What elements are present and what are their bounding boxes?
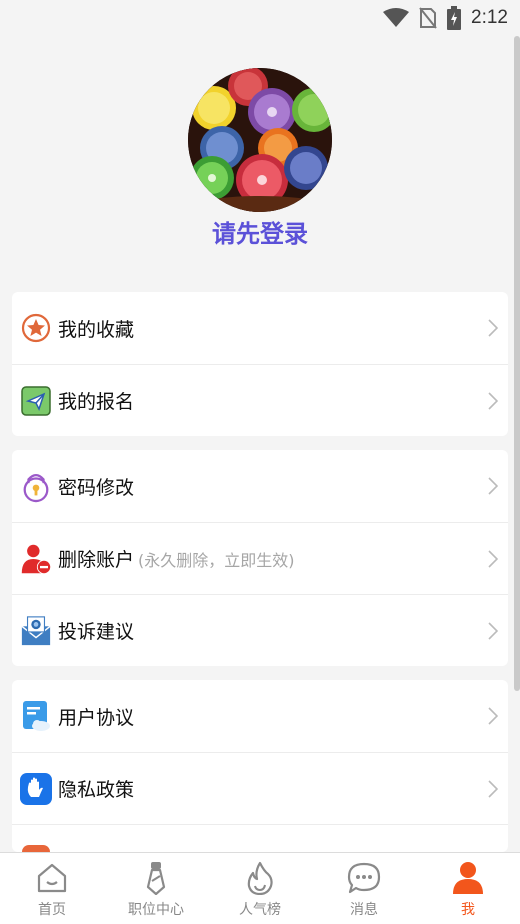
chevron-right-icon	[488, 707, 499, 729]
tab-label: 首页	[38, 902, 66, 918]
profile-header: 请先登录	[0, 68, 520, 249]
menu-label: 投诉建议	[58, 621, 135, 643]
menu-hint: (永久删除，立即生效)	[138, 550, 295, 570]
tab-label: 人气榜	[239, 902, 281, 918]
menu-label: 隐私政策	[58, 779, 135, 801]
hand-shield-icon	[20, 772, 52, 805]
tab-label: 职位中心	[128, 902, 184, 918]
delete-user-icon	[20, 543, 52, 575]
menu-item-change-password[interactable]: 密码修改	[12, 450, 508, 522]
tab-label: 我	[461, 902, 475, 918]
menu-card-legal: 用户协议 隐私政策	[12, 680, 508, 852]
menu-item-partial[interactable]	[12, 824, 508, 852]
bottom-tab-bar: 首页 职位中心 人气榜 消息 我	[0, 852, 520, 924]
tab-label: 消息	[350, 902, 378, 918]
tab-jobs[interactable]: 职位中心	[104, 853, 208, 924]
chevron-right-icon	[488, 621, 499, 644]
menu-item-delete-account[interactable]: 删除账户 (永久删除，立即生效)	[12, 522, 508, 594]
chevron-right-icon	[488, 319, 499, 341]
lock-icon	[20, 470, 52, 503]
chevron-right-icon	[488, 549, 499, 572]
menu-card-account: 密码修改 删除账户 (永久删除，立即生效) 投诉建议	[12, 450, 508, 666]
clock: 2:12	[471, 7, 508, 28]
menu-card-activity: 我的收藏 我的报名	[12, 292, 508, 436]
menu-item-favorites[interactable]: 我的收藏	[12, 292, 508, 364]
mail-envelope-icon	[20, 615, 52, 647]
menu-label: 密码修改	[58, 476, 135, 499]
menu-label: 用户协议	[58, 706, 135, 729]
menu-item-privacy-policy[interactable]: 隐私政策	[12, 752, 508, 824]
flame-icon	[243, 861, 277, 895]
wifi-icon	[383, 8, 410, 28]
tie-icon	[139, 861, 173, 895]
tab-popular[interactable]: 人气榜	[208, 853, 312, 924]
chat-bubble-icon	[347, 861, 381, 895]
avatar[interactable]	[188, 68, 332, 212]
paper-plane-icon	[20, 385, 52, 417]
menu-item-applications[interactable]: 我的报名	[12, 364, 508, 436]
home-icon	[35, 861, 69, 895]
tab-home[interactable]: 首页	[0, 853, 104, 924]
partial-menu-icon	[20, 844, 52, 852]
star-badge-icon	[20, 312, 52, 344]
battery-charging-icon	[447, 6, 462, 30]
status-bar: 2:12	[0, 0, 520, 36]
user-icon	[451, 861, 485, 895]
menu-label: 我的收藏	[58, 318, 135, 341]
menu-label: 删除账户	[58, 549, 135, 571]
tab-messages[interactable]: 消息	[312, 853, 416, 924]
menu-label: 我的报名	[58, 391, 135, 413]
chevron-right-icon	[488, 779, 499, 802]
chevron-right-icon	[488, 391, 499, 414]
tab-me[interactable]: 我	[416, 853, 520, 924]
document-icon	[20, 700, 52, 732]
menu-item-user-agreement[interactable]: 用户协议	[12, 680, 508, 752]
chevron-right-icon	[488, 477, 499, 499]
login-prompt[interactable]: 请先登录	[0, 214, 520, 249]
no-sim-icon	[419, 7, 437, 29]
menu-item-feedback[interactable]: 投诉建议	[12, 594, 508, 666]
